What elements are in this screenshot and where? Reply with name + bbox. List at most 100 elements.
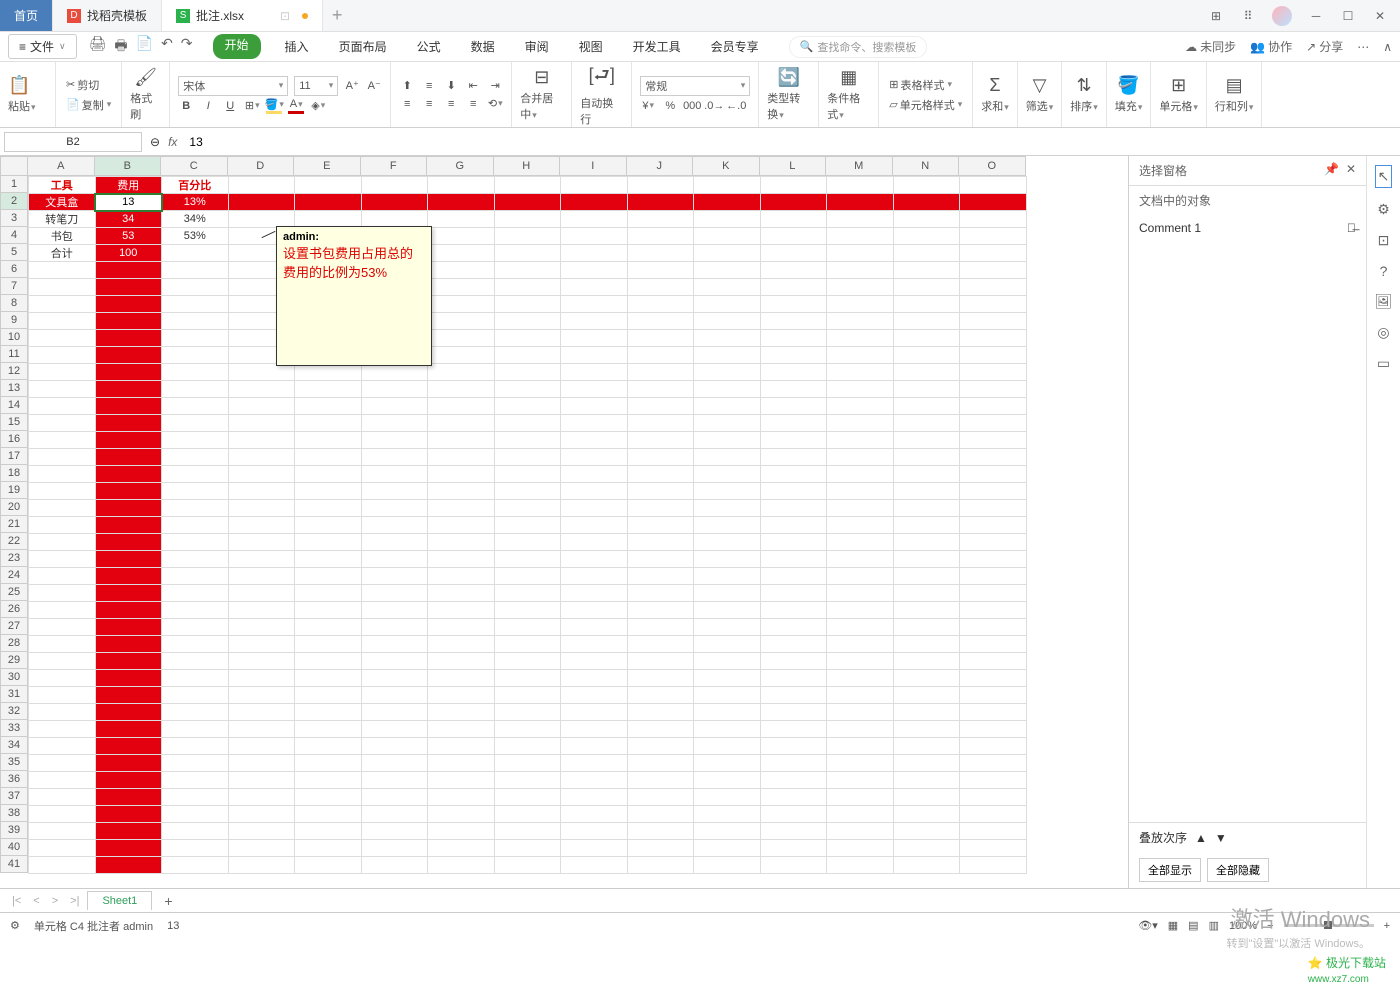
cell[interactable] — [561, 313, 628, 330]
cell[interactable] — [561, 194, 628, 211]
cell[interactable] — [29, 806, 96, 823]
cell[interactable] — [494, 772, 561, 789]
cell[interactable] — [494, 602, 561, 619]
cell[interactable] — [827, 789, 894, 806]
fill-color-button[interactable]: 🪣▾ — [266, 98, 282, 114]
cell[interactable] — [960, 789, 1027, 806]
type-convert-icon[interactable]: 🔄 — [778, 67, 800, 88]
cell[interactable] — [428, 177, 495, 194]
cell[interactable] — [760, 177, 827, 194]
cell[interactable] — [428, 517, 495, 534]
cell[interactable] — [295, 534, 362, 551]
cell[interactable] — [627, 823, 694, 840]
cell[interactable] — [162, 721, 229, 738]
cell[interactable] — [760, 415, 827, 432]
row-header[interactable]: 9 — [0, 312, 28, 329]
italic-button[interactable]: I — [200, 98, 216, 114]
align-middle-icon[interactable]: ≡ — [421, 78, 437, 94]
cell[interactable] — [494, 551, 561, 568]
fill-button[interactable]: 填充▾ — [1115, 98, 1143, 114]
cell[interactable] — [760, 211, 827, 228]
cell[interactable] — [960, 415, 1027, 432]
cell[interactable] — [561, 636, 628, 653]
list-item[interactable]: Comment 1 👁̶ — [1129, 215, 1366, 241]
cell[interactable]: 34% — [162, 211, 229, 228]
cell[interactable] — [893, 517, 960, 534]
cell[interactable] — [29, 755, 96, 772]
close-button[interactable]: ✕ — [1366, 4, 1394, 28]
cell[interactable] — [960, 177, 1027, 194]
cell-style-button[interactable]: ▱ 单元格样式▾ — [887, 96, 964, 114]
row-header[interactable]: 1 — [0, 176, 28, 193]
cell[interactable] — [960, 245, 1027, 262]
cell[interactable] — [760, 279, 827, 296]
cell[interactable] — [960, 602, 1027, 619]
cell[interactable] — [494, 313, 561, 330]
cell[interactable] — [228, 721, 295, 738]
cell[interactable] — [162, 687, 229, 704]
cell[interactable] — [893, 296, 960, 313]
filter-icon[interactable]: ▽ — [1033, 75, 1047, 96]
cell[interactable] — [295, 568, 362, 585]
cell[interactable] — [960, 279, 1027, 296]
cell[interactable] — [494, 330, 561, 347]
cell[interactable] — [295, 636, 362, 653]
cell[interactable] — [428, 228, 495, 245]
cell[interactable] — [893, 432, 960, 449]
cell[interactable] — [295, 653, 362, 670]
cell[interactable] — [494, 534, 561, 551]
cell[interactable] — [295, 466, 362, 483]
cell[interactable] — [361, 806, 428, 823]
cell[interactable] — [960, 296, 1027, 313]
cell[interactable] — [428, 806, 495, 823]
cell[interactable] — [760, 449, 827, 466]
cell[interactable] — [561, 721, 628, 738]
cell[interactable] — [760, 194, 827, 211]
cell[interactable] — [760, 364, 827, 381]
cell[interactable] — [95, 296, 162, 313]
cell[interactable] — [95, 823, 162, 840]
cell[interactable] — [494, 823, 561, 840]
cell[interactable] — [694, 483, 761, 500]
cell[interactable] — [162, 262, 229, 279]
cell[interactable] — [361, 738, 428, 755]
cell[interactable] — [295, 755, 362, 772]
cell[interactable] — [694, 823, 761, 840]
cell[interactable] — [893, 653, 960, 670]
cell[interactable] — [627, 653, 694, 670]
cell[interactable] — [428, 721, 495, 738]
cell[interactable] — [827, 432, 894, 449]
cell[interactable] — [827, 313, 894, 330]
cell[interactable] — [29, 517, 96, 534]
cell[interactable] — [627, 517, 694, 534]
cell[interactable] — [694, 398, 761, 415]
cell[interactable] — [228, 806, 295, 823]
cell[interactable] — [561, 296, 628, 313]
cell[interactable] — [893, 755, 960, 772]
location-icon[interactable]: ◎ — [1377, 324, 1389, 341]
view-layout-icon[interactable]: ▥ — [1209, 919, 1219, 932]
cell[interactable] — [760, 262, 827, 279]
cell[interactable] — [29, 568, 96, 585]
cell[interactable] — [428, 857, 495, 874]
cell[interactable] — [29, 466, 96, 483]
row-header[interactable]: 22 — [0, 533, 28, 550]
cell[interactable] — [428, 245, 495, 262]
bold-button[interactable]: B — [178, 98, 194, 114]
cell[interactable] — [494, 364, 561, 381]
border-button[interactable]: ⊞▾ — [244, 98, 260, 114]
cell[interactable] — [95, 381, 162, 398]
tab-layout[interactable]: 页面布局 — [333, 34, 393, 59]
cell[interactable] — [694, 347, 761, 364]
cell[interactable] — [760, 296, 827, 313]
cell[interactable] — [162, 313, 229, 330]
cell[interactable] — [162, 568, 229, 585]
cell[interactable] — [95, 789, 162, 806]
cell[interactable] — [295, 551, 362, 568]
cell[interactable] — [827, 704, 894, 721]
cell[interactable] — [893, 806, 960, 823]
cells-button[interactable]: 单元格▾ — [1159, 98, 1198, 114]
cell[interactable] — [228, 772, 295, 789]
cell[interactable] — [95, 806, 162, 823]
cell[interactable] — [760, 602, 827, 619]
